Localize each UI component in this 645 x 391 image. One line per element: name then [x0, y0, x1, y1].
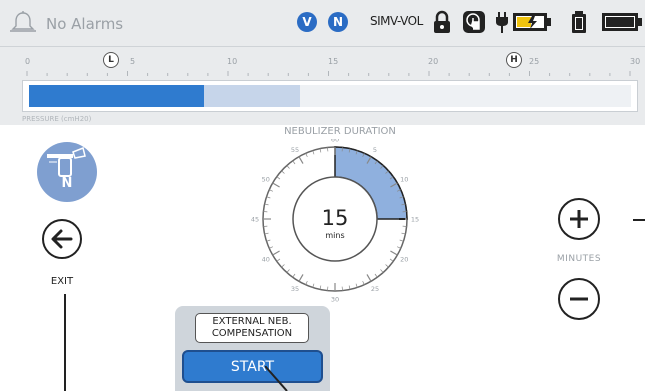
dial-label: 10: [400, 176, 408, 184]
dial-label: 45: [251, 216, 259, 224]
nebulizer-duration-title: NEBULIZER DURATION: [284, 126, 396, 137]
duration-value: 15: [321, 206, 349, 230]
tick-label: 20: [428, 57, 439, 66]
duration-unit: mins: [325, 231, 345, 240]
nebulizer-icon: N: [37, 142, 97, 202]
top-status-bar: No Alarms V N SIMV-VOL: [0, 0, 645, 47]
dial-label: 35: [291, 285, 299, 293]
bell-icon: [10, 10, 36, 38]
tick-label: 0: [25, 57, 31, 66]
nebulizer-letter: N: [61, 176, 73, 191]
exit-label: EXIT: [50, 276, 74, 287]
plus-icon: [570, 210, 588, 228]
pressure-bar-empty: [300, 85, 631, 107]
ventilation-mode: SIMV-VOL: [370, 14, 423, 28]
low-limit-marker[interactable]: L: [103, 52, 119, 68]
battery-charging-icon: [512, 10, 552, 38]
dial-label: 60: [331, 139, 339, 144]
ext-label-line2: COMPENSATION: [211, 328, 293, 339]
plug-icon: [495, 10, 509, 38]
external-neb-compensation-label: EXTERNAL NEB. COMPENSATION: [195, 313, 309, 343]
tick-label: 5: [130, 57, 136, 66]
pointer-line: [265, 366, 288, 391]
battery-full-icon: [601, 10, 643, 38]
start-button[interactable]: START: [182, 350, 323, 383]
tick-label: 10: [227, 57, 238, 66]
exit-button[interactable]: [42, 219, 82, 259]
dial-label: 50: [262, 176, 270, 184]
dial-label: 5: [373, 146, 377, 154]
dial-label: 40: [262, 256, 270, 264]
tick-label: 30: [630, 57, 641, 66]
decrease-minutes-button[interactable]: [558, 278, 600, 320]
minutes-label: MINUTES: [556, 254, 602, 264]
pressure-label: PRESSURE (cmH20): [22, 115, 92, 123]
high-limit-marker[interactable]: H: [506, 52, 522, 68]
dial-label: 25: [371, 285, 379, 293]
dial-label: 20: [400, 256, 408, 264]
pressure-bar: [22, 80, 638, 112]
battery-small-icon: [571, 10, 587, 38]
increase-minutes-button[interactable]: [558, 198, 600, 240]
ext-label-line1: EXTERNAL NEB.: [212, 316, 292, 327]
scale-ticks: [26, 71, 631, 76]
pressure-bar-peak: [204, 85, 300, 107]
pointer-line: [64, 294, 66, 391]
dial-label: 15: [411, 216, 419, 224]
dial-label: 55: [291, 146, 299, 154]
v-badge: V: [297, 12, 317, 32]
alarm-status[interactable]: No Alarms: [10, 10, 123, 38]
pointer-line: [633, 219, 645, 221]
touch-lock-icon[interactable]: [462, 10, 486, 38]
arrow-left-icon: [51, 229, 73, 249]
dial-label: 30: [331, 296, 339, 304]
tick-label: 25: [529, 57, 540, 66]
lock-icon[interactable]: [432, 10, 452, 38]
n-badge: N: [328, 12, 348, 32]
pressure-bar-fill: [29, 85, 204, 107]
alarm-text: No Alarms: [46, 15, 124, 33]
minus-icon: [570, 297, 588, 301]
tick-label: 15: [328, 57, 339, 66]
